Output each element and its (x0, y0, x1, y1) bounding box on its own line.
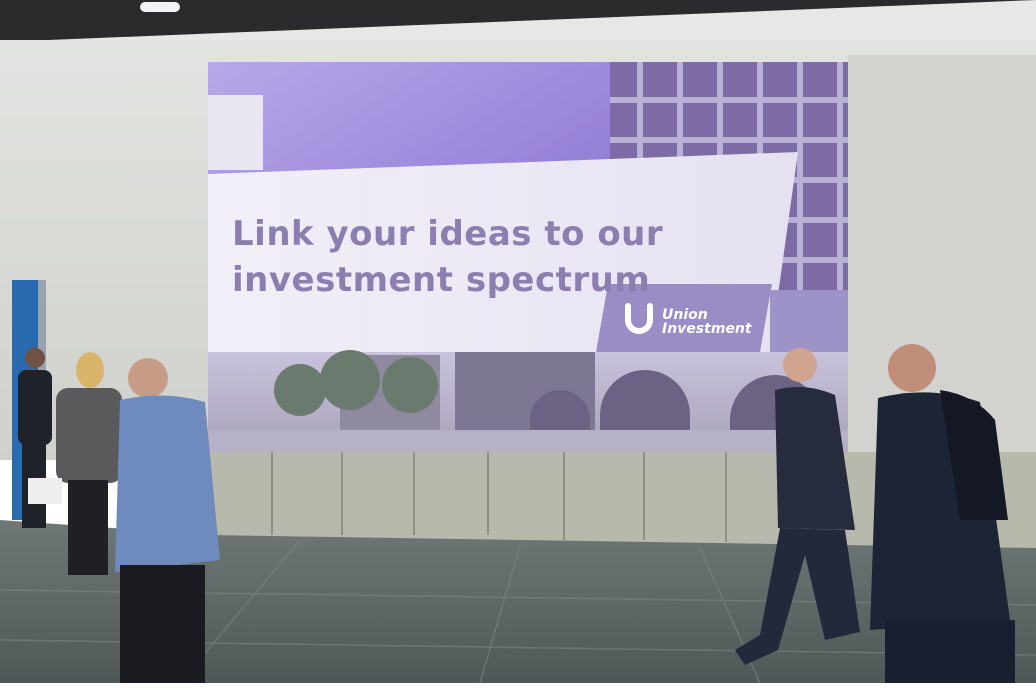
brand-name-line1: Union (662, 307, 708, 323)
slide-headline-line1: Link your ideas to our (232, 214, 664, 254)
scene-svg (0, 0, 1036, 684)
photo-scene: Link your ideas to our investment spectr… (0, 0, 1036, 684)
balcony-building (208, 95, 263, 170)
slide-headline-line2: investment spectrum (232, 260, 651, 300)
union-investment-logo-icon (622, 300, 656, 334)
brand-name-line2: Investment (662, 321, 752, 337)
ceiling-light (140, 2, 180, 12)
man-blue-jacket (115, 358, 220, 683)
